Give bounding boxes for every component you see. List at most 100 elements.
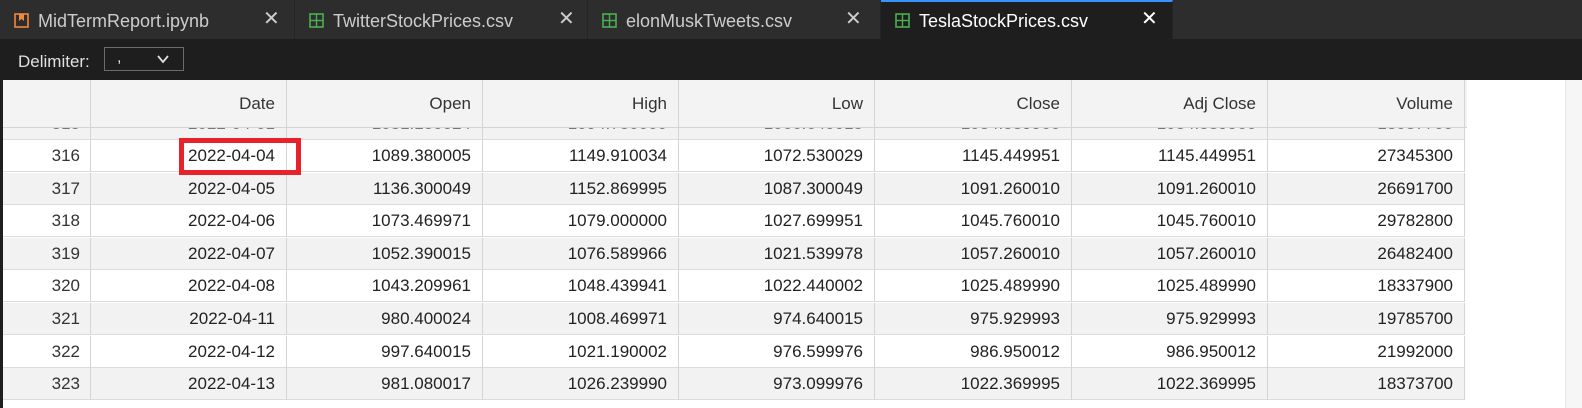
cell-adj-close[interactable]: 1091.260010 [1072, 172, 1268, 205]
tab-elonmusktweets[interactable]: elonMuskTweets.csv ✕ [588, 0, 881, 39]
cell-high[interactable]: 1008.469971 [483, 303, 679, 335]
cell-adj-close[interactable]: 1084.589966 [1072, 128, 1268, 139]
cell-date[interactable]: 2022-04-07 [91, 237, 287, 270]
cell-high[interactable]: 1026.239990 [483, 368, 679, 401]
cell-adj-close[interactable]: 986.950012 [1072, 335, 1268, 368]
cell-high[interactable]: 1149.910034 [483, 140, 679, 172]
tab-teslastockprices[interactable]: TeslaStockPrices.csv ✕ [881, 0, 1173, 39]
cell-date[interactable]: 2022-04-04 [91, 140, 287, 172]
cell-low[interactable]: 1021.539978 [679, 237, 875, 270]
cell-high[interactable]: 1094.750000 [483, 128, 679, 139]
row-index: 320 [3, 270, 91, 303]
cell-high[interactable]: 1076.589966 [483, 237, 679, 270]
cell-open[interactable]: 1052.390015 [287, 237, 483, 270]
cell-close[interactable]: 1022.369995 [875, 368, 1072, 401]
cell-low[interactable]: 1022.440002 [679, 270, 875, 303]
cell-date[interactable]: 2022-04-06 [91, 205, 287, 238]
cell-date[interactable]: 2022-04-11 [91, 303, 287, 335]
cell-volume[interactable]: 21992000 [1268, 335, 1465, 368]
cell-date[interactable]: 2022-04-01 [91, 128, 287, 139]
cell-low[interactable]: 1072.530029 [679, 140, 875, 172]
row-index: 323 [3, 368, 91, 401]
cell-open[interactable]: 1081.150024 [287, 128, 483, 139]
cell-close[interactable]: 975.929993 [875, 303, 1072, 335]
header-volume[interactable]: Volume [1268, 80, 1465, 128]
tab-twitterstockprices[interactable]: TwitterStockPrices.csv ✕ [295, 0, 588, 39]
close-icon[interactable]: ✕ [263, 9, 280, 29]
cell-volume[interactable]: 26482400 [1268, 237, 1465, 270]
cell-volume[interactable]: 18337900 [1268, 270, 1465, 303]
cell-low[interactable]: 1087.300049 [679, 172, 875, 205]
header-date[interactable]: Date [91, 80, 287, 128]
cell-high[interactable]: 1079.000000 [483, 205, 679, 238]
cell-volume[interactable]: 18373700 [1268, 368, 1465, 401]
data-grid[interactable]: Date Open High Low Close Adj Close Volum… [3, 80, 1582, 408]
row-index: 316 [3, 140, 91, 172]
header-close[interactable]: Close [875, 80, 1072, 128]
cell-volume[interactable]: 27345300 [1268, 140, 1465, 172]
close-icon[interactable]: ✕ [1141, 9, 1158, 29]
table-row[interactable]: 318 2022-04-06 1073.469971 1079.000000 1027.… [3, 205, 1465, 238]
row-index: 315 [3, 128, 91, 139]
header-high[interactable]: High [483, 80, 679, 128]
cell-low[interactable]: 974.640015 [679, 303, 875, 335]
header-index[interactable] [3, 80, 91, 128]
delimiter-value: , [117, 49, 122, 66]
cell-date[interactable]: 2022-04-08 [91, 270, 287, 303]
vertical-scrollbar[interactable] [1565, 80, 1582, 408]
notebook-icon [14, 13, 29, 28]
header-open[interactable]: Open [287, 80, 483, 128]
cell-volume[interactable]: 29782800 [1268, 205, 1465, 238]
cell-close[interactable]: 1084.589966 [875, 128, 1072, 139]
cell-close[interactable]: 986.950012 [875, 335, 1072, 368]
delimiter-select[interactable]: , [104, 47, 184, 71]
cell-low[interactable]: 976.599976 [679, 335, 875, 368]
close-icon[interactable]: ✕ [845, 9, 862, 29]
cell-close[interactable]: 1045.760010 [875, 205, 1072, 238]
cell-close[interactable]: 1057.260010 [875, 237, 1072, 270]
cell-date[interactable]: 2022-04-05 [91, 172, 287, 205]
cell-open[interactable]: 1136.300049 [287, 172, 483, 205]
header-row: Date Open High Low Close Adj Close Volum… [3, 80, 1467, 128]
cell-open[interactable]: 1089.380005 [287, 140, 483, 172]
tab-midtermreport[interactable]: MidTermReport.ipynb ✕ [0, 0, 295, 39]
cell-volume[interactable]: 19785700 [1268, 303, 1465, 335]
table-row[interactable]: 317 2022-04-05 1136.300049 1152.869995 1087.… [3, 172, 1465, 205]
cell-low[interactable]: 1027.699951 [679, 205, 875, 238]
cell-open[interactable]: 981.080017 [287, 368, 483, 401]
table-row[interactable]: 320 2022-04-08 1043.209961 1048.439941 1022.… [3, 270, 1465, 303]
cell-high[interactable]: 1152.869995 [483, 172, 679, 205]
cell-volume[interactable]: 18087700 [1268, 128, 1465, 139]
cell-date[interactable]: 2022-04-12 [91, 335, 287, 368]
cell-adj-close[interactable]: 1022.369995 [1072, 368, 1268, 401]
cell-volume[interactable]: 26691700 [1268, 172, 1465, 205]
cell-close[interactable]: 1091.260010 [875, 172, 1072, 205]
cell-open[interactable]: 997.640015 [287, 335, 483, 368]
cell-low[interactable]: 973.099976 [679, 368, 875, 401]
close-icon[interactable]: ✕ [558, 9, 575, 29]
table-row[interactable]: 319 2022-04-07 1052.390015 1076.589966 1021.… [3, 237, 1465, 270]
header-adj-close[interactable]: Adj Close [1072, 80, 1268, 128]
table-row[interactable]: 323 2022-04-13 981.080017 1026.239990 973.09… [3, 368, 1465, 401]
header-low[interactable]: Low [679, 80, 875, 128]
cell-date[interactable]: 2022-04-13 [91, 368, 287, 401]
cell-open[interactable]: 1073.469971 [287, 205, 483, 238]
cell-open[interactable]: 1043.209961 [287, 270, 483, 303]
cell-low[interactable]: 1066.640015 [679, 128, 875, 139]
cell-adj-close[interactable]: 1057.260010 [1072, 237, 1268, 270]
tab-bar: MidTermReport.ipynb ✕ TwitterStockPrices… [0, 0, 1582, 39]
cell-high[interactable]: 1048.439941 [483, 270, 679, 303]
cell-adj-close[interactable]: 1025.489990 [1072, 270, 1268, 303]
cell-high[interactable]: 1021.190002 [483, 335, 679, 368]
table-row[interactable]: 322 2022-04-12 997.640015 1021.190002 976.59… [3, 335, 1465, 368]
table-row[interactable]: 316 2022-04-04 1089.380005 1149.910034 1072.… [3, 140, 1465, 172]
cell-adj-close[interactable]: 1145.449951 [1072, 140, 1268, 172]
cell-open[interactable]: 980.400024 [287, 303, 483, 335]
cell-close[interactable]: 1145.449951 [875, 140, 1072, 172]
table-row[interactable]: 321 2022-04-11 980.400024 1008.469971 974.64… [3, 303, 1465, 335]
cell-adj-close[interactable]: 1045.760010 [1072, 205, 1268, 238]
table-icon [895, 13, 910, 28]
table-row-partial[interactable]: 315 2022-04-01 1081.150024 1094.750000 1… [3, 128, 1465, 140]
cell-adj-close[interactable]: 975.929993 [1072, 303, 1268, 335]
cell-close[interactable]: 1025.489990 [875, 270, 1072, 303]
